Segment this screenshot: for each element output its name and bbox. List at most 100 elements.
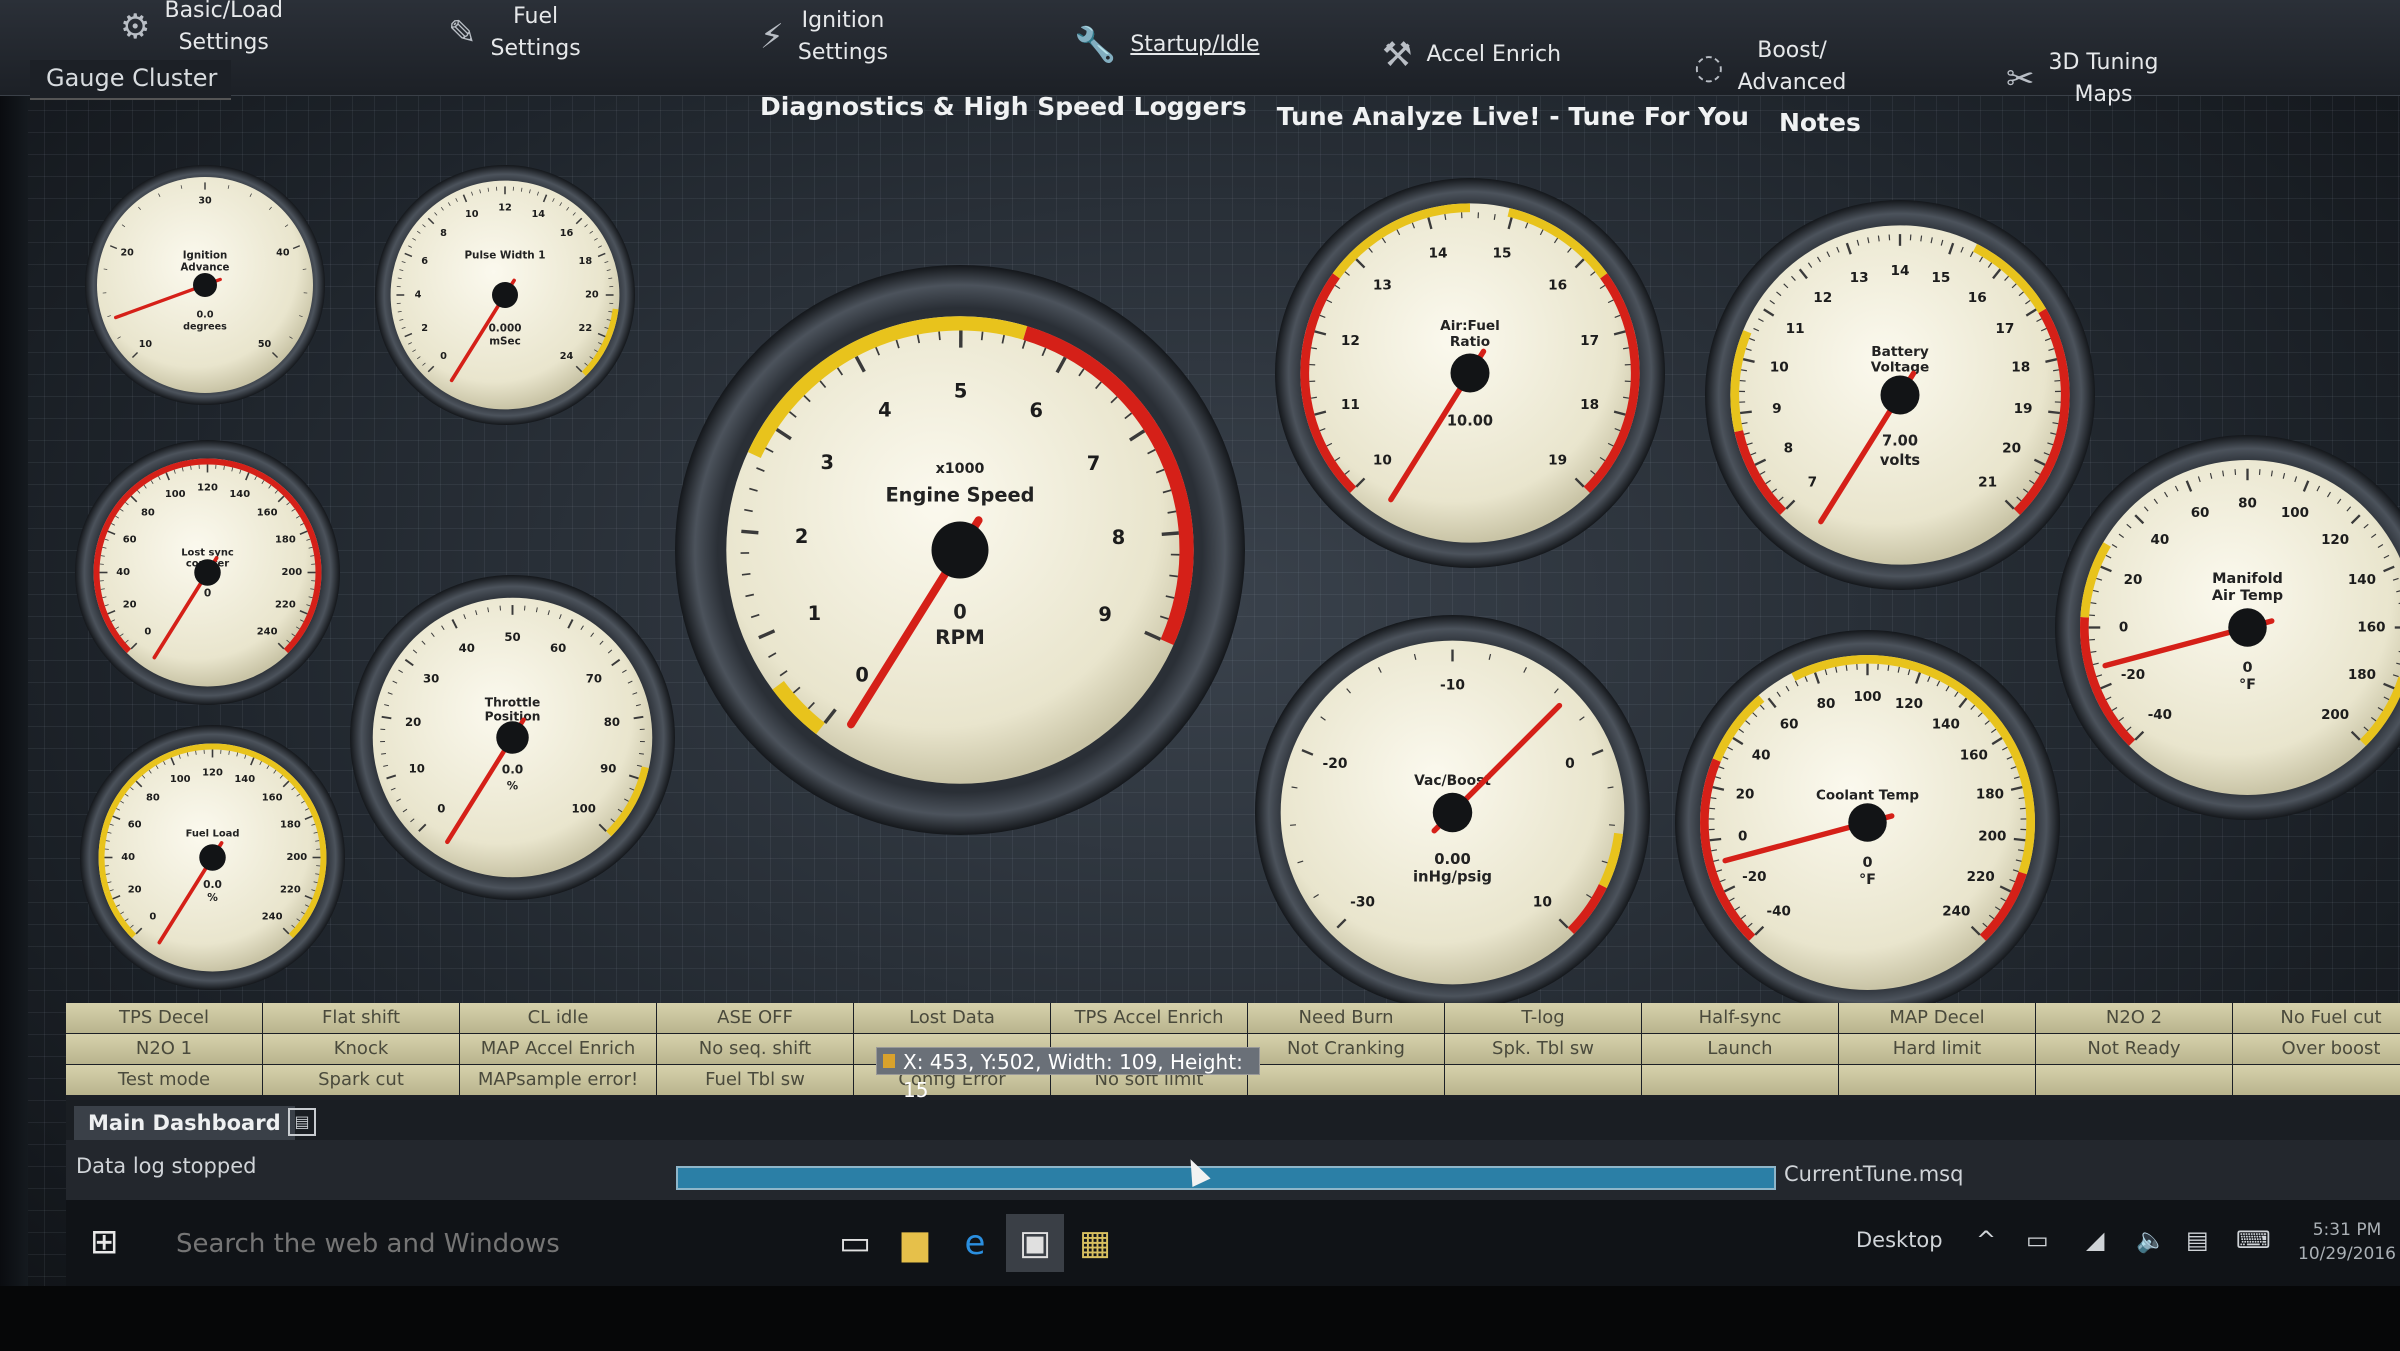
gauge-minor-tick [1169,574,1178,578]
chart-app-icon[interactable]: ▦ [1066,1214,1124,1272]
gauge-unit: volts [1880,452,1920,469]
gauge-tick-label: 60 [123,535,137,546]
submenu-diagnostics[interactable]: Diagnostics & High Speed Loggers [760,92,1247,132]
indicator-light: Knock [263,1034,459,1064]
tab-main-dashboard[interactable]: Main Dashboard [74,1106,295,1140]
gauge-title: Air Temp [2212,588,2283,604]
gauge-tick-label: 15 [1493,245,1512,261]
tunerstudio-app-icon[interactable]: ▣ [1006,1214,1064,1272]
gauge-tick-label: 14 [531,209,545,220]
gauge-tick-label: 17 [1580,333,1599,349]
gauge-hub [1880,375,1920,415]
gauge-title: Advance [181,262,230,273]
task-view-icon[interactable]: ▭ [826,1214,884,1272]
gauge-title: Engine Speed [885,484,1034,507]
gauge-value: 0 [204,587,211,599]
tools-icon: ⚒ [1382,35,1413,75]
indicator-light: Lost Data [854,1003,1050,1033]
file-explorer-icon[interactable]: ▆ [886,1214,944,1272]
gauge-tick-label: -20 [2121,667,2145,683]
gauge-tick-label: 50 [258,339,272,350]
gauge-tick-label: -30 [1350,894,1375,910]
wifi-icon[interactable]: ◢ [2086,1226,2104,1254]
gauge-tick-label: 4 [415,290,422,301]
indicator-light [1248,1065,1444,1095]
gauge-minor-tick [1887,665,1890,671]
gauge-hub [1848,803,1887,842]
gauge-tick-label: 140 [229,489,250,500]
indicator-light: CL idle [460,1003,656,1033]
gauge-value: 0 [2242,660,2252,676]
gauge-tick-label: 1 [808,602,821,625]
clock-time: 5:31 PM [2312,1220,2382,1240]
gauge-tick-label: 220 [1967,869,1995,885]
gauge-tick-label: 240 [262,912,283,923]
gauge-tick-label: 6 [421,256,428,267]
gauge-title: Pulse Width 1 [464,250,545,262]
gauge-tick-label: 18 [1580,397,1599,413]
gauge-tick-label: 10 [1373,453,1392,469]
gauge-tick-label: 8 [1784,441,1794,457]
indicator-light [2036,1065,2232,1095]
gauge-unit: °F [2239,677,2256,693]
gauge-tick-label: 240 [257,627,278,638]
gauge-tick-label: 140 [1932,716,1960,732]
menu-accel-enrich[interactable]: ⚒ Accel Enrich [1382,10,1561,100]
gauge-hub [193,273,217,297]
menu-3d-tuning-maps[interactable]: ✂ 3D Tuning Maps [2006,34,2158,124]
gauge-unit: degrees [183,321,227,332]
menu-ignition-settings[interactable]: ⚡ Ignition Settings [760,0,888,82]
taskbar-clock[interactable]: 5:31 PM 10/29/2016 [2298,1218,2396,1266]
submenu: Diagnostics & High Speed Loggers Tune An… [760,92,1861,137]
action-center-icon[interactable]: ▤ [2186,1226,2209,1254]
gauge-title: Lost sync [181,547,234,558]
gauge-tick-label: 16 [1968,290,1987,306]
gauge-value: 7.00 [1882,433,1918,450]
gauge-tick-label: 14 [1891,263,1910,279]
submenu-tune-analyze[interactable]: Tune Analyze Live! - Tune For You [1277,102,1749,132]
tab-gauge-cluster[interactable]: Gauge Cluster [30,60,232,100]
gauge-tick-label: 10 [1533,894,1552,910]
show-hidden-icons-icon[interactable]: ^ [1976,1226,1996,1254]
gauge-major-tick [1740,410,1752,415]
edge-browser-icon[interactable]: e [946,1214,1004,1272]
gauge-tick-label: 0 [440,351,447,362]
gauge-tick-label: 60 [1780,716,1799,732]
turbo-icon: ◌ [1694,47,1724,87]
search-input[interactable] [162,1220,818,1268]
fuel-injector-icon: ✎ [448,13,477,53]
gauge-tick-label: 5 [954,380,967,403]
gauge-value: 0.0 [502,762,524,776]
volume-icon[interactable]: 🔈 [2136,1226,2166,1254]
indicator-light: Test mode [66,1065,262,1095]
gauge-tick-label: 200 [1978,829,2006,845]
new-tab-icon[interactable]: ▤ [288,1108,316,1136]
menu-startup-idle[interactable]: 🔧 Startup/Idle [1074,0,1260,90]
gauge-tick-label: 8 [440,228,447,239]
indicator-light: N2O 1 [66,1034,262,1064]
menu-bar: ⚙ Basic/Load Settings ✎ Fuel Settings ⚡ … [0,0,2400,107]
gauge-tick-label: 160 [262,792,283,803]
gauge-minor-tick [741,572,751,576]
vac-boost-gauge: -30-20-10010Vac/Boost0.00inHg/psig [1255,615,1650,1010]
gauge-hub [1450,353,1490,393]
gauge-tick-label: 10 [139,339,153,350]
throttle-position-gauge: 0102030405060708090100ThrottlePosition0.… [350,575,675,900]
keyboard-icon[interactable]: ⌨ [2236,1226,2271,1254]
gauge-major-tick [2013,837,2026,842]
wrench-icon: 🔧 [1074,25,1117,65]
battery-icon[interactable]: ▭ [2026,1226,2049,1254]
gauge-tick-label: 21 [1978,475,1997,491]
gauge-tick-label: 0 [437,802,445,816]
gauge-major-tick [1161,531,1179,537]
submenu-notes[interactable]: Notes [1779,108,1861,137]
menu-fuel-settings[interactable]: ✎ Fuel Settings [448,0,581,78]
desktop-toolbar-label[interactable]: Desktop [1856,1228,1943,1252]
indicator-light: Need Burn [1248,1003,1444,1033]
gauge-tick-label: 80 [2238,496,2257,512]
gauge-value: 0.000 [489,322,522,334]
gauge-title: Manifold [2212,571,2283,587]
windows-start-icon[interactable]: ⊞ [90,1222,119,1262]
indicator-light [1445,1065,1641,1095]
gauge-tick-label: 0 [1565,756,1575,772]
